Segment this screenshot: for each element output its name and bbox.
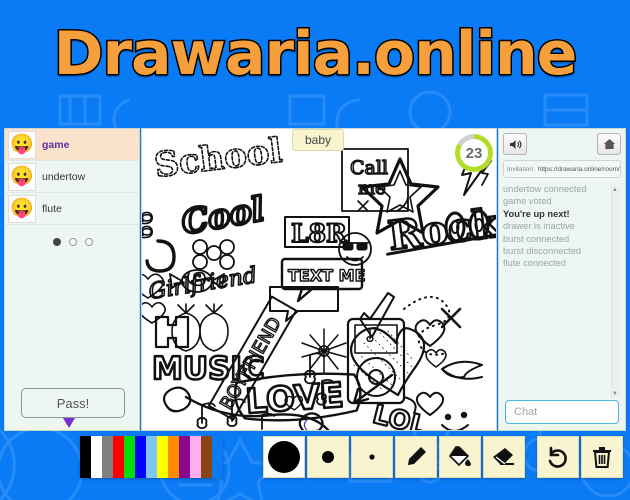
color-swatch-orange[interactable] [168, 436, 179, 478]
chat-message: burst connected [503, 233, 570, 244]
chat-message: drawer is inactive [503, 221, 575, 232]
pagination-dot-1[interactable] [52, 237, 61, 246]
svg-text:Call: Call [350, 157, 388, 179]
svg-text:Cool: Cool [179, 189, 267, 242]
color-swatch-black[interactable] [80, 436, 91, 478]
timer-value: 23 [460, 139, 488, 167]
player-name: flute [42, 202, 62, 215]
player-list-panel: 😛 game 😛 undertow 😛 flute Pass! [4, 128, 140, 431]
svg-text:L8R: L8R [291, 219, 347, 248]
page-title: Drawaria.online [52, 18, 579, 91]
player-row[interactable]: 😛 undertow [5, 161, 139, 193]
chat-log[interactable]: undertow connected game voted You're up … [503, 183, 623, 397]
svg-text:TEXT ME: TEXT ME [288, 266, 366, 285]
player-row[interactable]: 😛 game [5, 129, 139, 161]
speaker-icon[interactable] [503, 133, 527, 155]
chat-panel-header [499, 129, 625, 155]
fill-tool[interactable] [439, 436, 481, 478]
round-timer: 23 [455, 134, 493, 172]
color-swatch-lightblue[interactable] [146, 436, 157, 478]
brush-size-large[interactable] [263, 436, 305, 478]
pagination-dot-3[interactable] [85, 237, 94, 246]
invitation-url: https://drawaria.online/room/s [537, 165, 621, 173]
svg-text:MUSIC: MUSIC [152, 351, 265, 387]
color-swatch-green[interactable] [124, 436, 135, 478]
player-row[interactable]: 😛 flute [5, 193, 139, 225]
chat-message: flute connected [503, 258, 567, 269]
avatar: 😛 [8, 194, 36, 223]
chat-message: game voted [503, 196, 552, 207]
svg-text:LOL: LOL [370, 400, 430, 430]
pass-button-container: Pass! [5, 388, 141, 418]
home-icon[interactable] [597, 133, 621, 155]
invitation-label: Invitation: [507, 165, 535, 173]
drawing-canvas[interactable]: School Cool L8R TEXT ME 66 Call me Rock … [141, 128, 497, 431]
color-swatch-skyblue[interactable] [212, 436, 223, 478]
svg-text:me: me [358, 178, 386, 199]
svg-text:66: 66 [142, 211, 158, 239]
player-pagination[interactable] [5, 233, 141, 251]
player-name: game [42, 138, 70, 151]
color-swatch-yellow[interactable] [157, 436, 168, 478]
drawing-toolbar [0, 436, 630, 482]
player-name: undertow [42, 170, 86, 183]
color-swatch-purple[interactable] [179, 436, 190, 478]
pass-button[interactable]: Pass! [21, 388, 125, 418]
color-swatch-brown[interactable] [201, 436, 212, 478]
undo-button[interactable] [537, 436, 579, 478]
clear-button[interactable] [581, 436, 623, 478]
color-swatch-red[interactable] [113, 436, 124, 478]
pagination-dot-2[interactable] [69, 237, 77, 246]
site-title-banner: Drawaria.online [0, 18, 630, 93]
invitation-field[interactable]: Invitation: https://drawaria.online/room… [503, 160, 621, 178]
chat-message: You're up next! [503, 208, 570, 219]
word-hint: baby [292, 129, 345, 151]
pencil-tool[interactable] [395, 436, 437, 478]
brush-size-small[interactable] [351, 436, 393, 478]
chat-message: burst disconnected [503, 246, 582, 257]
svg-text:School: School [152, 131, 284, 186]
color-swatch-blue[interactable] [135, 436, 146, 478]
color-palette[interactable] [80, 436, 223, 478]
game-window: 😛 game 😛 undertow 😛 flute Pass! School C… [4, 128, 626, 433]
color-swatch-white[interactable] [91, 436, 102, 478]
chat-message: undertow connected [503, 184, 587, 194]
eraser-tool[interactable] [483, 436, 525, 478]
color-swatch-gray[interactable] [102, 436, 113, 478]
chat-panel: Invitation: https://drawaria.online/room… [498, 128, 626, 431]
chat-input-container[interactable] [505, 400, 619, 424]
chat-input[interactable] [512, 405, 612, 419]
chat-scrollbar[interactable] [611, 184, 621, 397]
brush-size-medium[interactable] [307, 436, 349, 478]
color-swatch-pink[interactable] [190, 436, 201, 478]
avatar: 😛 [8, 130, 36, 159]
mouse-cursor-pointer [63, 418, 75, 428]
avatar: 😛 [8, 162, 36, 191]
